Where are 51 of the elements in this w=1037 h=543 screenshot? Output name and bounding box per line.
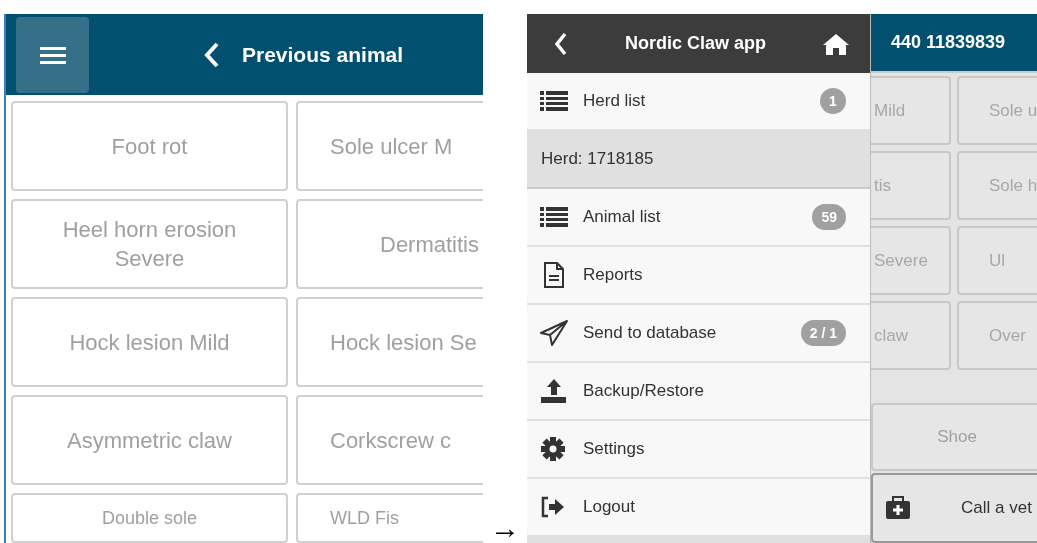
arrow-text: → xyxy=(490,513,521,543)
menu-item-label: Send to database xyxy=(583,323,718,343)
menu-icon xyxy=(39,44,66,65)
chevron-left-icon xyxy=(204,40,220,69)
menu-item-label: Herd list xyxy=(583,91,647,111)
back-icon[interactable] xyxy=(553,30,569,57)
diagnosis-button[interactable]: Foot rot xyxy=(11,101,288,191)
menu-item-label: Logout xyxy=(583,497,636,517)
diagnosis-button[interactable]: Over xyxy=(957,301,1037,370)
diagnosis-button[interactable]: Corkscrew c xyxy=(296,395,484,485)
count-badge: 1 xyxy=(820,88,846,114)
menu-item[interactable]: Settings xyxy=(527,421,870,479)
diagnosis-button[interactable]: Severe xyxy=(871,226,951,295)
diagnosis-button[interactable]: claw xyxy=(871,301,951,370)
menu-item[interactable]: Animal list 59 xyxy=(527,189,870,247)
menu-item-label: Settings xyxy=(583,439,646,459)
menu-item[interactable]: Backup/Restore xyxy=(527,363,870,421)
count-badge: 2 / 1 xyxy=(800,320,846,346)
shoe-button[interactable]: Shoe xyxy=(871,403,1037,471)
upload-icon xyxy=(540,378,568,404)
diagnosis-button[interactable]: Sole ulcer M xyxy=(296,101,484,191)
diagnosis-button[interactable]: WLD Fis xyxy=(296,493,484,543)
diagnosis-button[interactable]: tis xyxy=(871,151,951,220)
diagnosis-button[interactable]: Ul xyxy=(957,226,1037,295)
menu-item-label: Backup/Restore xyxy=(583,381,705,401)
diagnosis-button[interactable]: Mild xyxy=(871,76,951,145)
list-icon xyxy=(540,206,568,228)
diagnosis-button[interactable]: Sole h xyxy=(957,151,1037,220)
diagnosis-button[interactable]: Sole u xyxy=(957,76,1037,145)
count-badge: 59 xyxy=(812,204,846,230)
menu-item[interactable]: Reports xyxy=(527,247,870,305)
animal-number: 440 11839839 xyxy=(891,32,1006,53)
diagnosis-button[interactable]: Heel horn erosion Severe xyxy=(11,199,288,289)
herd-heading: Herd: 1718185 xyxy=(527,131,870,189)
diagnosis-button[interactable]: Asymmetric claw xyxy=(11,395,288,485)
gear-icon xyxy=(540,436,568,462)
previous-animal-button[interactable]: Previous animal xyxy=(204,40,404,69)
menu-item[interactable]: Send to database 2 / 1 xyxy=(527,305,870,363)
menu-item-label: Animal list xyxy=(583,207,662,227)
diagnosis-button[interactable]: Hock lesion Mild xyxy=(11,297,288,387)
diagnosis-button[interactable]: Dermatitis xyxy=(296,199,484,289)
menu-button[interactable] xyxy=(16,16,89,93)
home-icon[interactable] xyxy=(822,31,850,56)
diagnosis-button[interactable]: Hock lesion Se xyxy=(296,297,484,387)
call-vet-button[interactable]: Call a vet xyxy=(871,473,1037,543)
paper-plane-icon xyxy=(540,320,568,346)
medical-kit-icon xyxy=(885,496,911,520)
list-icon xyxy=(540,90,568,112)
app-title: Nordic Claw app xyxy=(624,33,767,54)
menu-item-label: Reports xyxy=(583,265,644,285)
diagnosis-button[interactable]: Double sole xyxy=(11,493,288,543)
